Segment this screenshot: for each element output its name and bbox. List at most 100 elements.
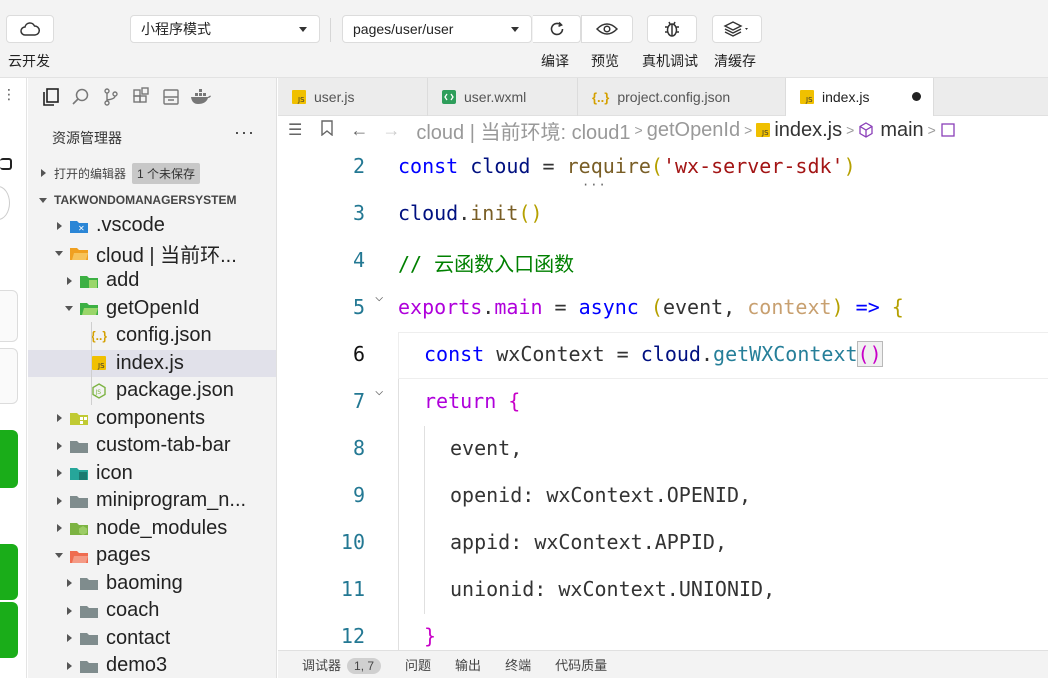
tree-item[interactable]: contact (28, 625, 276, 653)
simulator-card[interactable] (0, 290, 18, 342)
chevron-right-icon[interactable] (64, 661, 74, 671)
open-editors-section[interactable]: 打开的编辑器 1 个未保存 (28, 160, 276, 186)
tree-item[interactable]: baoming (28, 570, 276, 598)
chevron-right-icon[interactable] (64, 633, 74, 643)
code-line: 8 event, (278, 426, 1048, 473)
tab-user-js[interactable]: JS user.js (278, 78, 428, 116)
tab-label: project.config.json (617, 89, 731, 105)
storage-icon[interactable] (156, 82, 186, 112)
chevron-right-icon[interactable] (54, 468, 64, 478)
tab-project-config-json[interactable]: {..} project.config.json (578, 78, 786, 116)
simulator-green-button[interactable] (0, 544, 18, 600)
more-icon[interactable]: ⋮ (2, 86, 16, 103)
code-line: 7 ⌵ return { (278, 379, 1048, 426)
top-toolbar: 云开发 小程序模式 pages/user/user 编译 预览 真机调试 清缓存 (0, 0, 1048, 78)
source-control-icon[interactable] (96, 82, 126, 112)
compile-page-select[interactable]: pages/user/user (342, 15, 532, 43)
chevron-right-icon[interactable] (54, 221, 64, 231)
tab-code-quality[interactable]: 代码质量 (555, 655, 607, 674)
chevron-right-icon: > (846, 122, 855, 138)
simulator-green-button[interactable] (0, 602, 18, 658)
breadcrumb-item[interactable]: main (880, 119, 923, 142)
tab-terminal[interactable]: 终端 (505, 655, 531, 674)
tree-item[interactable]: node_modules (28, 515, 276, 543)
unsaved-badge: 1 个未保存 (132, 162, 201, 184)
fold-chevron-icon[interactable]: ⌵ (375, 289, 383, 305)
tree-item[interactable]: coach (28, 597, 276, 625)
docker-icon[interactable] (186, 82, 216, 112)
line-number: 5 (352, 295, 365, 319)
tree-item[interactable]: JS package.json (28, 377, 276, 405)
chevron-right-icon[interactable] (54, 523, 64, 533)
tree-item[interactable]: custom-tab-bar (28, 432, 276, 460)
tree-item-label: coach (106, 599, 160, 622)
tree-item[interactable]: demo3 (28, 652, 276, 678)
chevron-right-icon[interactable] (64, 276, 74, 286)
preview-button[interactable] (581, 15, 633, 43)
clear-cache-button[interactable] (712, 15, 762, 43)
tree-item[interactable]: components (28, 405, 276, 433)
cloud-dev-button[interactable] (6, 15, 54, 43)
remote-debug-button[interactable] (647, 15, 697, 43)
tab-user-wxml[interactable]: user.wxml (428, 78, 578, 116)
code-editor[interactable]: ··· 2 const cloud = require('wx-server-s… (278, 144, 1048, 650)
folder-icon (80, 603, 98, 619)
remote-debug-label: 真机调试 (642, 53, 698, 69)
chevron-right-icon[interactable] (64, 578, 74, 588)
tree-item[interactable]: cloud | 当前环... (28, 240, 276, 268)
js-file-icon: JS (800, 90, 814, 104)
function-folder-icon (80, 273, 98, 289)
nodejs-file-icon: JS (90, 382, 108, 399)
chevron-down-icon[interactable] (54, 248, 64, 258)
chevron-right-icon[interactable] (54, 413, 64, 423)
tree-item[interactable]: {..} config.json (28, 322, 276, 350)
code-line: 5 ⌵ exports.main = async (event, context… (278, 285, 1048, 332)
chevron-right-icon[interactable] (54, 441, 64, 451)
tree-item[interactable]: JS index.js (28, 349, 276, 377)
tab-debugger[interactable]: 调试器 1, 7 (302, 655, 382, 674)
simulator-green-button[interactable] (0, 430, 18, 488)
chevron-right-icon: > (744, 122, 753, 138)
simulator-card[interactable] (0, 348, 18, 404)
breadcrumb-item[interactable]: index.js (774, 119, 842, 142)
code-line: 10 appid: wxContext.APPID, (278, 520, 1048, 567)
list-icon[interactable]: ☰ (288, 120, 302, 140)
tab-problems[interactable]: 问题 (405, 655, 431, 674)
tree-item[interactable]: add (28, 267, 276, 295)
tab-label: index.js (822, 89, 870, 105)
fold-chevron-icon[interactable]: ⌵ (375, 383, 383, 399)
project-section-header[interactable]: TAKWONDOMANAGERSYSTEM (28, 188, 276, 212)
tree-item-label: package.json (116, 379, 234, 402)
tree-item[interactable]: ✕ .vscode (28, 212, 276, 240)
bookmark-icon[interactable] (320, 119, 334, 141)
compile-button[interactable] (533, 15, 581, 43)
search-icon[interactable] (66, 82, 96, 112)
breadcrumb-item[interactable]: cloud | 当前环境: cloud1 (416, 116, 630, 144)
forward-arrow-icon[interactable]: → (382, 120, 400, 141)
breadcrumb-item[interactable]: getOpenId (647, 119, 740, 142)
avatar-circle[interactable] (0, 186, 10, 220)
code-line: 6 const wxContext = cloud.getWXContext() (278, 332, 1048, 379)
mode-select[interactable]: 小程序模式 (130, 15, 320, 43)
tree-item[interactable]: icon (28, 460, 276, 488)
tree-item-label: baoming (106, 571, 183, 594)
chevron-right-icon[interactable] (64, 606, 74, 616)
debugger-badge: 1, 7 (347, 658, 382, 674)
tree-item[interactable]: pages (28, 542, 276, 570)
chevron-down-icon[interactable] (64, 303, 74, 313)
tab-output[interactable]: 输出 (455, 655, 481, 674)
back-arrow-icon[interactable]: ← (350, 120, 368, 141)
cloud-folder-icon (70, 245, 88, 261)
chevron-right-icon[interactable] (54, 496, 64, 506)
tab-index-js[interactable]: JS index.js (786, 78, 934, 116)
tree-item[interactable]: getOpenId (28, 295, 276, 323)
explorer-icon[interactable] (36, 82, 66, 112)
tree-item[interactable]: miniprogram_n... (28, 487, 276, 515)
explorer-more-button[interactable]: ··· (234, 122, 255, 143)
chevron-down-icon[interactable] (54, 551, 64, 561)
folder-icon (70, 493, 88, 509)
device-icon[interactable] (0, 158, 12, 170)
extensions-icon[interactable] (126, 82, 156, 112)
unsaved-dot-icon[interactable] (912, 92, 921, 101)
refresh-icon (550, 21, 563, 36)
